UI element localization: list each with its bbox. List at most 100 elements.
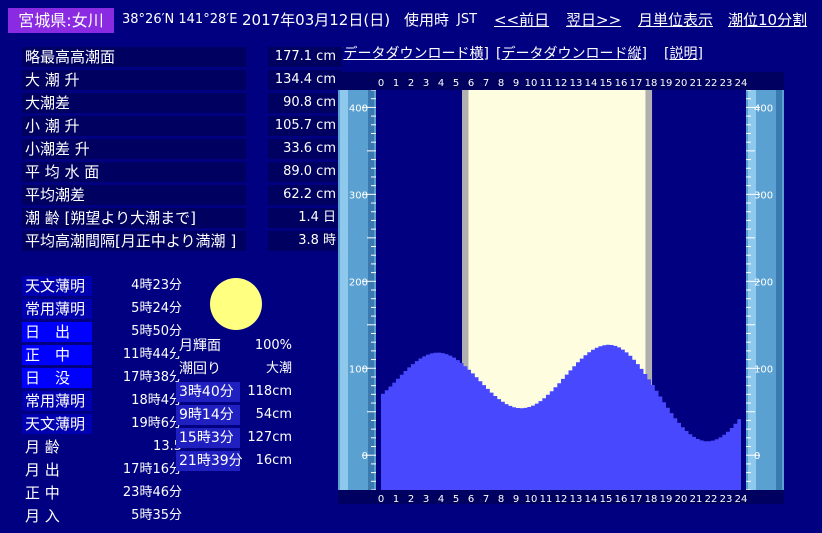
tide-stat-value: 3.8 時: [268, 231, 342, 251]
x-tick-label-bottom: 0: [378, 494, 384, 504]
timezone-label: JST: [457, 12, 478, 27]
x-tick-label-top: 18: [645, 78, 658, 89]
x-tick-label-top: 9: [513, 78, 519, 89]
tide-stat-label: 大 潮 升: [22, 70, 246, 90]
x-tick-label-bottom: 24: [735, 494, 748, 504]
x-tick-label-top: 24: [735, 78, 748, 89]
tide-stat-value: 62.2 cm: [268, 185, 342, 205]
x-tick-label-top: 19: [660, 78, 673, 89]
y-tick-label-left: 400: [349, 103, 368, 114]
sun-time-label: 月 入: [22, 506, 92, 526]
sun-time-value: 23時46分: [122, 485, 182, 500]
x-tick-label-top: 11: [540, 78, 553, 89]
tide-stat-label: 潮 齢 [朔望より大潮まで]: [22, 208, 246, 228]
depth-gauge-shade-right: [776, 90, 782, 490]
y-tick-label-right: 200: [754, 277, 773, 288]
x-tick-label-bottom: 8: [498, 494, 504, 504]
tide-stat-value: 1.4 日: [268, 208, 342, 228]
sun-time-label: 正 中: [22, 483, 92, 503]
y-tick-label-right: 300: [754, 190, 773, 201]
tide-ten-division-link[interactable]: 潮位10分割: [728, 10, 807, 30]
x-tick-label-top: 16: [615, 78, 628, 89]
x-tick-label-bottom: 20: [675, 494, 688, 504]
sun-time-label: 正 中: [22, 345, 92, 365]
download-vertical-link[interactable]: [データダウンロード縦]: [496, 43, 647, 63]
tide-stat-label: 平 均 水 面: [22, 162, 246, 182]
x-tick-label-bottom: 14: [585, 494, 598, 504]
x-tick-label-top: 10: [525, 78, 538, 89]
y-tick-label-right: 400: [754, 103, 773, 114]
x-tick-label-bottom: 12: [555, 494, 568, 504]
x-tick-label-top: 2: [408, 78, 414, 89]
time-usage-label: 使用時: [404, 11, 450, 29]
x-tick-label-bottom: 10: [525, 494, 538, 504]
tide-stat-value: 177.1 cm: [268, 47, 342, 67]
x-tick-label-bottom: 6: [468, 494, 474, 504]
sun-time-label: 月 齢: [22, 437, 92, 457]
tide-stat-label: 大潮差: [22, 93, 246, 113]
sun-time-label: 天文薄明: [22, 276, 92, 296]
x-tick-label-bottom: 5: [453, 494, 459, 504]
y-tick-label-left: 0: [362, 451, 368, 462]
date-label: 2017年03月12日(日): [242, 11, 391, 29]
tide-extreme-label: 15時3分: [176, 428, 240, 448]
x-tick-label-bottom: 18: [645, 494, 658, 504]
x-tick-label-top: 15: [600, 78, 613, 89]
tide-extreme-value: 127cm: [247, 430, 292, 445]
x-tick-label-top: 0: [378, 78, 384, 89]
download-horizontal-link[interactable]: [データダウンロード横]: [338, 43, 489, 63]
prev-day-link[interactable]: <<前日: [494, 10, 549, 30]
header-bar: 宮城県:女川 38°26′N 141°28′E 2017年03月12日(日) 使…: [0, 0, 822, 40]
y-tick-label-right: 100: [754, 364, 773, 375]
x-tick-label-top: 13: [570, 78, 583, 89]
x-tick-label-top: 21: [690, 78, 703, 89]
explanation-link[interactable]: [説明]: [664, 43, 703, 63]
x-tick-label-top: 1: [393, 78, 399, 89]
y-tick-label-right: 0: [754, 451, 760, 462]
x-tick-label-top: 20: [675, 78, 688, 89]
y-tick-label-left: 100: [349, 364, 368, 375]
x-tick-label-bottom: 17: [630, 494, 643, 504]
sun-time-value: 18時4分: [131, 393, 182, 408]
x-tick-label-bottom: 21: [690, 494, 703, 504]
month-view-link[interactable]: 月単位表示: [638, 10, 713, 30]
x-tick-label-bottom: 3: [423, 494, 429, 504]
sun-time-label: 日 出: [22, 322, 92, 342]
sun-time-value: 5時50分: [131, 324, 182, 339]
x-tick-label-top: 8: [498, 78, 504, 89]
tide-stat-label: 略最高高潮面: [22, 47, 246, 67]
y-tick-label-left: 200: [349, 277, 368, 288]
sun-time-value: 19時6分: [131, 416, 182, 431]
x-tick-label-top: 4: [438, 78, 444, 89]
tide-stat-label: 小潮差 升: [22, 139, 246, 159]
coordinates: 38°26′N 141°28′E: [122, 12, 238, 27]
sun-time-value: 5時24分: [131, 301, 182, 316]
tide-stat-value: 134.4 cm: [268, 70, 342, 90]
x-tick-label-top: 22: [705, 78, 718, 89]
tide-extreme-value: 118cm: [247, 384, 292, 399]
sun-time-value: 13.5: [153, 439, 182, 454]
next-day-link[interactable]: 翌日>>: [566, 10, 621, 30]
sun-time-label: 常用薄明: [22, 391, 92, 411]
tide-chart: 400 400300 300200 200100 1000 000112233445566…: [338, 72, 784, 504]
x-tick-label-bottom: 23: [720, 494, 733, 504]
tide-stat-label: 平均潮差: [22, 185, 246, 205]
sun-time-label: 常用薄明: [22, 299, 92, 319]
tide-stat-label: 小 潮 升: [22, 116, 246, 136]
sun-time-value: 17時38分: [122, 370, 182, 385]
x-tick-label-bottom: 1: [393, 494, 399, 504]
x-tick-label-bottom: 4: [438, 494, 444, 504]
sun-time-value: 11時44分: [122, 347, 182, 362]
tide-stat-value: 105.7 cm: [268, 116, 342, 136]
tide-extreme-label: 3時40分: [176, 382, 240, 402]
tide-extreme-label: 21時39分: [176, 451, 243, 471]
x-tick-label-bottom: 7: [483, 494, 489, 504]
tide-extreme-label: 潮回り: [176, 359, 240, 379]
tide-extreme-label: 月輝面: [176, 336, 240, 356]
sun-time-value: 4時23分: [131, 278, 182, 293]
tide-stat-value: 89.0 cm: [268, 162, 342, 182]
sun-time-value: 17時16分: [122, 462, 182, 477]
x-tick-label-top: 14: [585, 78, 598, 89]
tide-extreme-label: 9時14分: [176, 405, 240, 425]
x-tick-label-top: 23: [720, 78, 733, 89]
